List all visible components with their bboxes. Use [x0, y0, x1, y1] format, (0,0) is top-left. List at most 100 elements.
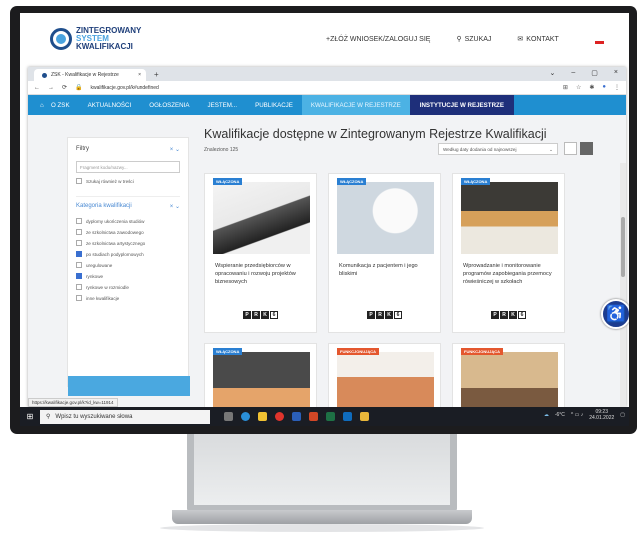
files-icon[interactable] — [360, 412, 369, 421]
filters-header[interactable]: Filtry × ⌄ — [76, 146, 180, 153]
scroll-thumb[interactable] — [621, 217, 625, 277]
close-icon[interactable]: × — [614, 69, 618, 77]
windows-start-icon[interactable]: ⊞ — [20, 412, 40, 421]
nav-jestem[interactable]: JESTEM... — [198, 95, 246, 115]
taskbar-search-placeholder: Wpisz tu wyszukiwane słowa — [55, 413, 133, 420]
site-header: ZINTEGROWANY SYSTEM KWALIFIKACJI +ZŁÓŻ W… — [20, 13, 629, 69]
accessibility-icon[interactable]: ♿ — [601, 299, 629, 329]
checkbox[interactable] — [76, 240, 82, 246]
forward-icon[interactable]: → — [48, 85, 54, 91]
status-badge: WŁĄCZONA — [337, 178, 367, 185]
url-field[interactable]: kwalifikacje.gov.pl/k#undefined — [91, 85, 555, 91]
outlook-icon[interactable] — [343, 412, 352, 421]
collapse-icon[interactable]: × ⌄ — [170, 146, 180, 153]
category-label: rynkowe w rozmiodle — [86, 284, 129, 290]
prk-level-badge: PRK6 — [243, 311, 278, 319]
status-badge: WŁĄCZONA — [213, 348, 243, 355]
taskbar-search[interactable]: ⚲ Wpisz tu wyszukiwane słowa — [40, 409, 210, 424]
qualification-card[interactable]: WŁĄCZONA Wspieranie przedsiębiorców w opr… — [204, 173, 317, 333]
mail-icon: ✉ — [517, 36, 524, 43]
profile-icon[interactable]: ● — [602, 84, 606, 91]
prk-letter: K — [261, 311, 269, 319]
grid-view-button[interactable] — [564, 142, 577, 155]
apply-login-link[interactable]: +ZŁÓŻ WNIOSEK/ZALOGUJ SIĘ — [326, 35, 430, 43]
prk-letter: 6 — [518, 311, 526, 319]
windows-taskbar: ⊞ ⚲ Wpisz tu wyszukiwane słowa ☁ -6°C ^ … — [20, 407, 629, 426]
sort-select[interactable]: Według daty dodania od najnowszej ⌄ — [438, 143, 558, 155]
checkbox[interactable] — [76, 273, 82, 279]
search-input[interactable]: Fragment kodu/nazwy... — [76, 161, 180, 173]
tray-icons[interactable]: ^ ▭ ♪ — [571, 412, 583, 418]
category-checkbox[interactable]: dyplomy ukończenia studiów — [76, 218, 180, 224]
category-checkbox[interactable]: ze szkolnictwa zawodowego — [76, 229, 180, 235]
back-icon[interactable]: ← — [34, 85, 40, 91]
opera-icon[interactable] — [275, 412, 284, 421]
apply-login-label: +ZŁÓŻ WNIOSEK/ZALOGUJ SIĘ — [326, 35, 431, 43]
filter-button[interactable] — [68, 376, 190, 396]
nav-instytucje[interactable]: INSTYTUCJE W REJESTRZE — [409, 95, 514, 115]
explorer-icon[interactable] — [258, 412, 267, 421]
task-view-icon[interactable] — [224, 412, 233, 421]
new-tab-button[interactable]: + — [154, 69, 159, 81]
edge-icon[interactable] — [241, 412, 250, 421]
reload-icon[interactable]: ⟳ — [62, 84, 67, 91]
category-label: ze szkolnictwa zawodowego — [86, 229, 144, 235]
contact-label: KONTAKT — [526, 35, 559, 43]
address-icons: ⊞ ☆ ✱ ● ⋮ — [563, 84, 620, 91]
chevron-down-icon[interactable]: ⌄ — [550, 69, 556, 77]
extensions-icon[interactable]: ⊞ — [563, 84, 568, 91]
checkbox[interactable] — [76, 178, 82, 184]
word-icon[interactable] — [292, 412, 301, 421]
nav-o-zsk[interactable]: O ZSK — [42, 95, 79, 115]
browser-tab[interactable]: ZSK - Kwalifikacje w Rejestrze × — [34, 69, 146, 81]
category-list: dyplomy ukończenia studiów ze szkolnictwa… — [76, 218, 180, 301]
search-content-checkbox[interactable]: Szukaj również w treści — [76, 178, 180, 184]
prk-letter: 6 — [270, 311, 278, 319]
prk-letter: R — [252, 311, 260, 319]
category-checkbox[interactable]: inne kwalifikacje — [76, 295, 180, 301]
nav-aktualnosci[interactable]: AKTUALNOŚCI — [79, 95, 141, 115]
category-checkbox[interactable]: rynkowe w rozmiodle — [76, 284, 180, 290]
home-icon[interactable]: ⌂ — [28, 102, 44, 109]
powerpoint-icon[interactable] — [309, 412, 318, 421]
card-title: Wprowadzanie i monitorowanie programów z… — [463, 263, 552, 285]
category-checkbox[interactable]: po studiach podyplomowych — [76, 251, 180, 257]
checkbox[interactable] — [76, 295, 82, 301]
language-flag-icon[interactable] — [595, 38, 604, 44]
list-view-button[interactable] — [580, 142, 593, 155]
scrollbar[interactable] — [620, 163, 626, 426]
main-nav: ⌂ O ZSK AKTUALNOŚCI OGŁOSZENIA JESTEM...… — [28, 95, 626, 115]
status-badge: FUNKCJONUJĄCA — [461, 348, 504, 355]
clock[interactable]: 09:23 24.01.2022 — [589, 409, 614, 421]
category-label: po studiach podyplomowych — [86, 251, 144, 257]
category-checkbox[interactable]: uregulowane — [76, 262, 180, 268]
star-icon[interactable]: ☆ — [576, 84, 581, 91]
tab-close-icon[interactable]: × — [138, 72, 141, 78]
category-checkbox[interactable]: rynkowe — [76, 273, 180, 279]
checkbox[interactable] — [76, 218, 82, 224]
excel-icon[interactable] — [326, 412, 335, 421]
collapse-icon[interactable]: × ⌄ — [170, 203, 180, 210]
nav-kwalifikacje[interactable]: KWALIFIKACJE W REJESTRZE — [301, 95, 410, 115]
card-title: Komunikacja z pacjentem i jego bliskimi — [339, 263, 418, 277]
search-link[interactable]: ⚲ SZUKAJ — [456, 35, 491, 44]
menu-icon[interactable]: ⋮ — [614, 84, 620, 91]
weather-icon[interactable]: ☁ — [544, 412, 549, 418]
checkbox-label: Szukaj również w treści — [86, 178, 134, 184]
puzzle-icon[interactable]: ✱ — [589, 84, 594, 91]
checkbox[interactable] — [76, 284, 82, 290]
nav-ogloszenia[interactable]: OGŁOSZENIA — [140, 95, 198, 115]
notifications-icon[interactable]: ▢ — [620, 412, 625, 418]
category-checkbox[interactable]: ze szkolnictwa artystycznego — [76, 240, 180, 246]
zsk-logo[interactable]: ZINTEGROWANY SYSTEM KWALIFIKACJI — [50, 27, 141, 51]
checkbox[interactable] — [76, 262, 82, 268]
qualification-card[interactable]: WŁĄCZONA Wprowadzanie i monitorowanie pro… — [452, 173, 565, 333]
contact-link[interactable]: ✉ KONTAKT — [517, 35, 559, 44]
minimize-icon[interactable]: – — [571, 69, 575, 77]
maximize-icon[interactable]: ▢ — [591, 69, 598, 77]
checkbox[interactable] — [76, 251, 82, 257]
nav-publikacje[interactable]: PUBLIKACJE — [246, 95, 302, 115]
category-header[interactable]: Kategoria kwalifikacji × ⌄ — [76, 196, 180, 210]
checkbox[interactable] — [76, 229, 82, 235]
qualification-card[interactable]: WŁĄCZONA Komunikacja z pacjentem i jego b… — [328, 173, 441, 333]
